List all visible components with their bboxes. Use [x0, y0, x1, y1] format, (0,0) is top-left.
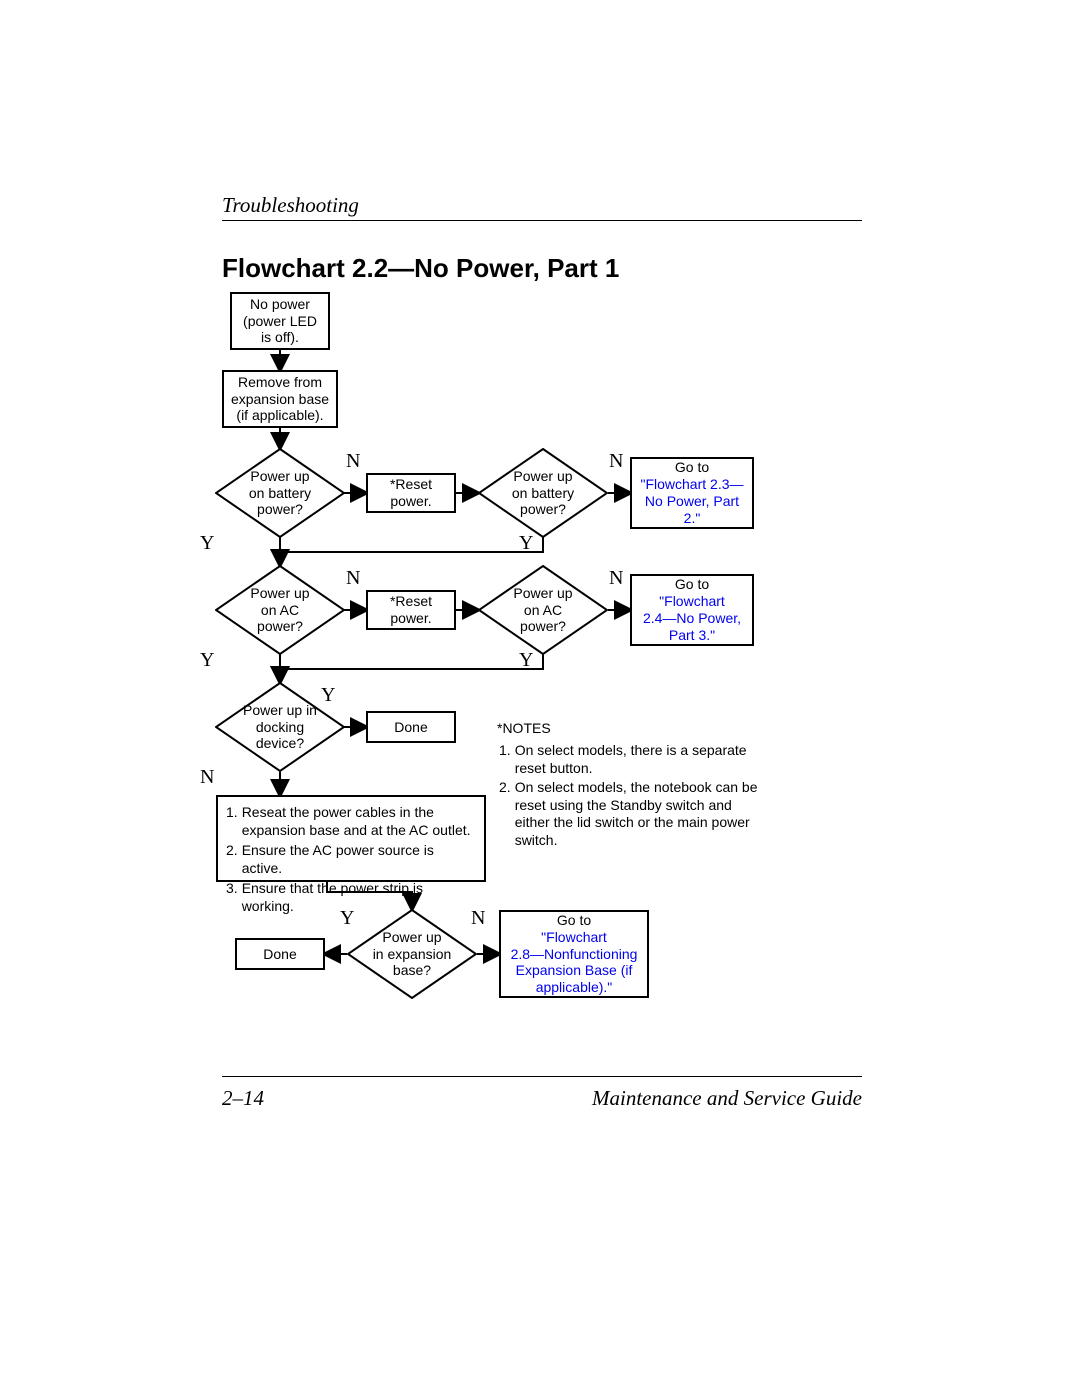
label-y: Y — [200, 532, 214, 555]
node-done-2-text: Done — [263, 946, 296, 963]
header-rule — [222, 220, 862, 221]
decision-ac-2: Power up on AC power? — [478, 565, 608, 655]
label-n: N — [346, 450, 360, 473]
label-n: N — [471, 907, 485, 930]
label-y: Y — [321, 684, 335, 707]
page-title: Flowchart 2.2—No Power, Part 1 — [222, 253, 619, 284]
node-reset-2-text: *Reset power. — [390, 593, 432, 627]
node-goto-23-pre: Go to — [675, 459, 709, 476]
node-reset-1-text: *Reset power. — [390, 476, 432, 510]
node-goto-23[interactable]: Go to "Flowchart 2.3—No Power, Part 2." — [630, 457, 754, 529]
node-start-text: No power (power LED is off). — [243, 296, 317, 346]
label-n: N — [609, 450, 623, 473]
node-done-1: Done — [366, 711, 456, 743]
node-goto-24-pre: Go to — [675, 576, 709, 593]
node-goto-24[interactable]: Go to "Flowchart 2.4—No Power, Part 3." — [630, 574, 754, 646]
link-flowchart-28[interactable]: "Flowchart 2.8—Nonfunctioning Expansion … — [511, 929, 638, 996]
header-section: Troubleshooting — [222, 193, 359, 218]
decision-expansion: Power up in expansion base? — [347, 909, 477, 999]
footer-page-number: 2–14 — [222, 1086, 264, 1111]
node-reset-1: *Reset power. — [366, 473, 456, 513]
link-flowchart-24[interactable]: "Flowchart 2.4—No Power, Part 3." — [643, 593, 741, 643]
label-n: N — [200, 766, 214, 789]
label-y: Y — [340, 907, 354, 930]
node-remove: Remove from expansion base (if applicabl… — [222, 370, 338, 428]
decision-battery-1: Power up on battery power? — [215, 448, 345, 538]
decision-battery-2: Power up on battery power? — [478, 448, 608, 538]
decision-ac-1: Power up on AC power? — [215, 565, 345, 655]
label-y: Y — [519, 649, 533, 672]
footer-guide-name: Maintenance and Service Guide — [592, 1086, 862, 1111]
node-remove-text: Remove from expansion base (if applicabl… — [231, 374, 329, 424]
notes-body: 1.On select models, there is a separate … — [497, 740, 787, 851]
label-y: Y — [519, 532, 533, 555]
node-done-1-text: Done — [394, 719, 427, 736]
node-troubleshoot: 1.Reseat the power cables in the expansi… — [216, 795, 486, 882]
node-done-2: Done — [235, 938, 325, 970]
node-reset-2: *Reset power. — [366, 590, 456, 630]
footer-rule — [222, 1076, 862, 1077]
troubleshoot-list: 1.Reseat the power cables in the expansi… — [224, 802, 478, 918]
link-flowchart-23[interactable]: "Flowchart 2.3—No Power, Part 2." — [636, 476, 748, 526]
label-y: Y — [200, 649, 214, 672]
node-goto-28[interactable]: Go to "Flowchart 2.8—Nonfunctioning Expa… — [499, 910, 649, 998]
page-root: Troubleshooting Flowchart 2.2—No Power, … — [0, 0, 1080, 1397]
notes-heading: *NOTES — [497, 720, 551, 738]
label-n: N — [346, 567, 360, 590]
flowchart: No power (power LED is off). Remove from… — [222, 292, 862, 1072]
node-goto-28-pre: Go to — [557, 912, 591, 929]
node-start: No power (power LED is off). — [230, 292, 330, 350]
label-n: N — [609, 567, 623, 590]
